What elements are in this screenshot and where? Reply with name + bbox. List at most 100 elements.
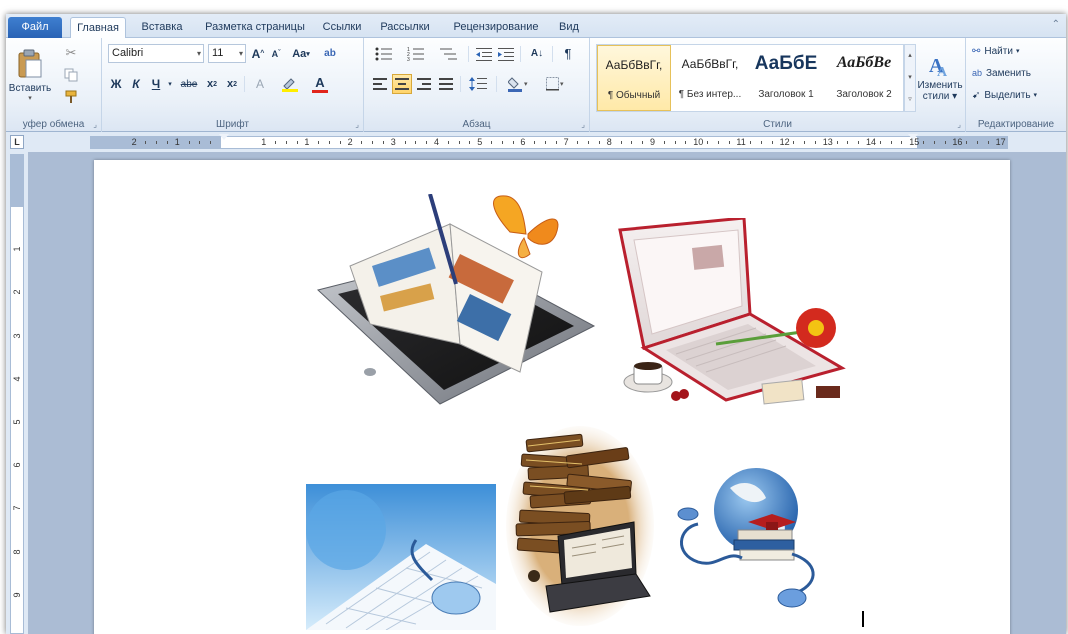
- multilevel-list-icon[interactable]: [434, 44, 464, 63]
- first-line-indent-marker[interactable]: [219, 134, 229, 140]
- decrease-indent-icon[interactable]: [474, 44, 494, 63]
- change-styles-button[interactable]: A A Изменить стили ▾: [917, 42, 962, 112]
- ruler-tick: [512, 141, 514, 144]
- ruler-tick: [339, 141, 341, 144]
- ruler-number: 11: [736, 137, 746, 147]
- align-center-icon[interactable]: [392, 74, 412, 94]
- chevron-down-icon[interactable]: ▾: [166, 74, 174, 94]
- underline-button[interactable]: Ч: [148, 74, 164, 94]
- bold-button[interactable]: Ж: [108, 74, 124, 94]
- books-stack-laptop-image[interactable]: [506, 426, 654, 626]
- justify-icon[interactable]: [436, 74, 456, 94]
- font-family-combo[interactable]: Calibri ▾: [108, 44, 204, 63]
- vruler-number: 5: [12, 419, 22, 425]
- tab-insert[interactable]: Вставка: [136, 18, 188, 38]
- strikethrough-button[interactable]: abe: [178, 74, 200, 94]
- ruler-number: 13: [822, 137, 833, 147]
- tab-file[interactable]: Файл: [8, 17, 62, 38]
- sort-button[interactable]: А↓: [526, 44, 548, 63]
- borders-icon[interactable]: ▾: [542, 74, 570, 94]
- show-marks-button[interactable]: ¶: [558, 44, 578, 63]
- paste-label: Вставить: [8, 82, 52, 94]
- globe-books-mouse-image[interactable]: [668, 458, 864, 616]
- divider: [520, 46, 521, 62]
- tab-page-layout[interactable]: Разметка страницы: [198, 18, 312, 38]
- increase-indent-icon[interactable]: [496, 44, 516, 63]
- format-painter-icon[interactable]: [60, 88, 82, 106]
- paste-button[interactable]: Вставить ▾: [8, 42, 52, 108]
- replace-icon: ab: [972, 68, 983, 78]
- ruler-number: 4: [434, 137, 440, 147]
- tab-view[interactable]: Вид: [555, 18, 583, 38]
- ruler-tick: [555, 141, 557, 144]
- style-no-spacing[interactable]: АаБбВвГг, ¶ Без интер...: [673, 45, 747, 111]
- style-heading-2[interactable]: АаБбВе Заголовок 2: [825, 45, 903, 111]
- ruler-number: 5: [477, 137, 483, 147]
- editing-group: ⚯ Найти ▾ ab Заменить ➹ Выделить ▾ Редакти…: [966, 38, 1066, 132]
- bullets-icon[interactable]: [370, 44, 398, 63]
- superscript-button[interactable]: x2: [224, 74, 240, 94]
- ruler-tick: [318, 141, 320, 144]
- highlight-color-button[interactable]: [278, 74, 302, 94]
- chevron-up-icon[interactable]: ▴: [905, 45, 915, 67]
- clipboard-group-label: уфер обмена: [22, 119, 85, 130]
- paragraph-launcher-icon[interactable]: ⌟: [581, 120, 585, 129]
- tab-references[interactable]: Ссылки: [319, 18, 365, 38]
- shading-icon[interactable]: ▾: [502, 74, 536, 94]
- copy-icon[interactable]: [60, 66, 82, 84]
- change-case-button[interactable]: Aa ▾: [288, 44, 314, 63]
- font-size-combo[interactable]: 11 ▾: [208, 44, 246, 63]
- ruler-tick: [804, 141, 806, 144]
- font-color-button[interactable]: A: [308, 74, 332, 94]
- ruler-tick: [199, 141, 201, 144]
- ruler-tick: [167, 141, 168, 144]
- shrink-font-button[interactable]: Aˇ: [268, 44, 284, 63]
- vertical-ruler[interactable]: 1 2 3 4 5 6 7 8 9: [10, 154, 24, 634]
- globe-keyboard-mouse-image[interactable]: [306, 484, 496, 630]
- laptop-flower-coffee-image[interactable]: [616, 218, 854, 408]
- ruler-number: 8: [606, 137, 612, 147]
- paste-dropdown-icon: ▾: [28, 94, 32, 102]
- replace-button[interactable]: ab Заменить: [972, 64, 1060, 82]
- grow-font-button[interactable]: A ^: [250, 44, 266, 63]
- ruler-tick: [847, 141, 849, 144]
- tab-selector[interactable]: L: [10, 135, 24, 149]
- subscript-button[interactable]: x2: [204, 74, 220, 94]
- chevron-down-icon: ▾: [196, 49, 201, 58]
- editing-group-label: Редактирование: [977, 119, 1055, 130]
- paste-icon: [18, 49, 42, 77]
- ruler-tick: [296, 141, 298, 144]
- chevron-down-icon[interactable]: ▾: [905, 67, 915, 89]
- ruler-number: 2: [347, 137, 353, 147]
- styles-launcher-icon[interactable]: ⌟: [957, 120, 961, 129]
- more-styles-icon[interactable]: ▿: [905, 89, 915, 111]
- ruler-tick: [469, 141, 471, 144]
- find-button[interactable]: ⚯ Найти ▾: [972, 42, 1060, 60]
- text-effects-icon[interactable]: A: [250, 74, 270, 94]
- clear-formatting-icon[interactable]: ab: [320, 44, 340, 63]
- document-page[interactable]: [94, 160, 1010, 634]
- tablet-book-butterfly-image[interactable]: [310, 194, 596, 412]
- tab-mailings[interactable]: Рассылки: [374, 18, 436, 38]
- styles-gallery-scroll[interactable]: ▴ ▾ ▿: [904, 44, 916, 112]
- style-heading-1[interactable]: АаБбЕ Заголовок 1: [749, 45, 823, 111]
- italic-button[interactable]: К: [128, 74, 144, 94]
- ribbon-minimize-icon[interactable]: ⌃: [1052, 19, 1060, 30]
- horizontal-ruler[interactable]: 2 1 1 1 2 3 4 5 6 7 8 9 10 11 12 13 14 15 16 17: [90, 134, 1008, 149]
- style-normal[interactable]: АаБбВвГг, ¶ Обычный: [597, 45, 671, 111]
- font-launcher-icon[interactable]: ⌟: [355, 120, 359, 129]
- align-right-icon[interactable]: [414, 74, 434, 94]
- select-button[interactable]: ➹ Выделить ▾: [972, 86, 1060, 104]
- cut-icon[interactable]: ✂: [60, 44, 82, 62]
- line-spacing-icon[interactable]: [464, 74, 492, 94]
- numbering-icon[interactable]: 123: [402, 44, 430, 63]
- ruler-tick: [501, 141, 503, 144]
- ruler-tick: [188, 141, 190, 144]
- align-left-icon[interactable]: [370, 74, 390, 94]
- tab-home[interactable]: Главная: [70, 17, 126, 38]
- ribbon: Вставить ▾ ✂ уфер обмена ⌟ Calibri ▾ 11 …: [6, 38, 1066, 132]
- vruler-number: 3: [12, 333, 22, 339]
- tab-review[interactable]: Рецензирование: [446, 18, 546, 38]
- ruler-tick: [793, 141, 795, 144]
- clipboard-launcher-icon[interactable]: ⌟: [93, 120, 97, 129]
